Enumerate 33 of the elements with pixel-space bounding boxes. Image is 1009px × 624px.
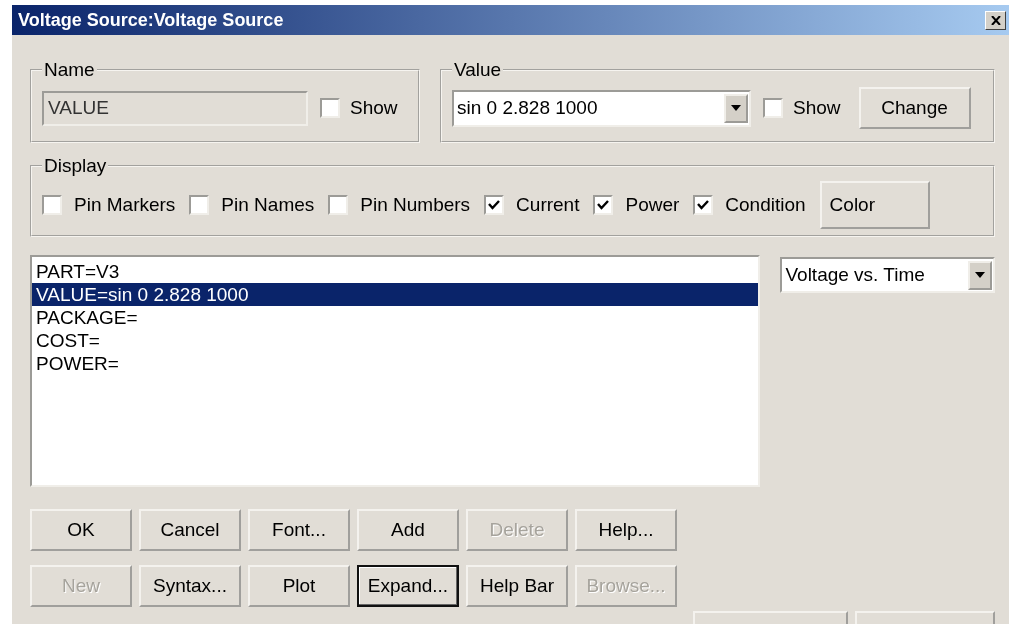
- name-field[interactable]: VALUE: [42, 90, 308, 126]
- checkbox-label: Show: [793, 97, 841, 119]
- checkbox-label: Pin Numbers: [360, 194, 471, 216]
- checkbox-label: Current: [516, 194, 580, 216]
- list-item[interactable]: POWER=: [32, 352, 759, 375]
- group-label: Value: [453, 59, 503, 81]
- change-button[interactable]: Change: [858, 87, 971, 129]
- checkbox-label: Power: [625, 194, 680, 216]
- dialog-button[interactable]: Add: [357, 509, 459, 551]
- dialog-button[interactable]: Font...: [248, 509, 350, 551]
- combo-value: Voltage vs. Time: [785, 264, 925, 286]
- plot-type-combo[interactable]: Voltage vs. Time: [780, 257, 995, 293]
- value-combo[interactable]: sin 0 2.828 1000: [452, 89, 751, 127]
- group-label: Name: [43, 59, 96, 81]
- dialog-button[interactable]: Cancel: [139, 509, 241, 551]
- checkbox-label: Condition: [725, 194, 806, 216]
- dialog-button[interactable]: Expand...: [357, 565, 459, 607]
- checkbox-label: Show: [350, 97, 398, 119]
- dialog-button[interactable]: Help Bar: [466, 565, 568, 607]
- list-item[interactable]: VALUE=sin 0 2.828 1000: [32, 283, 759, 306]
- window-title: Voltage Source:Voltage Source: [18, 9, 284, 31]
- combo-value: sin 0 2.828 1000: [457, 97, 598, 119]
- group-label: Display: [43, 155, 108, 177]
- list-item[interactable]: COST=: [32, 329, 759, 352]
- dialog-button[interactable]: Plot: [248, 565, 350, 607]
- checkbox-label: Pin Markers: [74, 194, 176, 216]
- list-item[interactable]: PART=V3: [32, 260, 759, 283]
- dialog-button[interactable]: Syntax...: [139, 565, 241, 607]
- dialog-button[interactable]: Help...: [575, 509, 677, 551]
- color-button[interactable]: Color: [819, 181, 930, 229]
- list-item[interactable]: PACKAGE=: [32, 306, 759, 329]
- checkbox-label: Pin Names: [221, 194, 315, 216]
- dialog-button[interactable]: OK: [30, 509, 132, 551]
